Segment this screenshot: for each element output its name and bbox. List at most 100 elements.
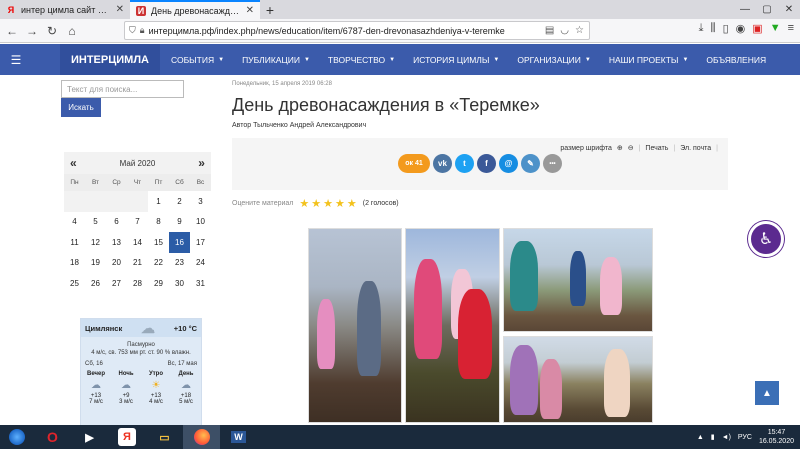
mail-share-button[interactable]: @	[499, 154, 518, 173]
calendar-day[interactable]: 10	[190, 211, 211, 232]
browser-tab-yandex[interactable]: Я интер цимла сайт — Яндекс: нашлос ✕	[0, 0, 130, 19]
menu-item-announcements[interactable]: ОБЪЯВЛЕНИЯ	[697, 44, 775, 75]
livejournal-share-button[interactable]: ✎	[521, 154, 540, 173]
search-button[interactable]: Искать	[61, 98, 101, 117]
home-icon[interactable]: ⌂	[64, 21, 80, 41]
calendar-day[interactable]: 13	[106, 232, 127, 253]
language-indicator[interactable]: РУС	[738, 434, 752, 441]
calendar-day[interactable]: 21	[127, 252, 148, 273]
calendar-day[interactable]: 5	[85, 211, 106, 232]
library-icon[interactable]: ⫼	[711, 22, 716, 35]
media-player-app-icon[interactable]: ▶	[71, 425, 108, 449]
site-logo[interactable]: ИНТЕРЦИМЛА	[60, 44, 160, 75]
extension-icon[interactable]: ▣	[752, 22, 762, 35]
more-share-button[interactable]: •••	[543, 154, 562, 173]
url-text[interactable]: интерцимла.рф/index.php/news/education/i…	[149, 26, 545, 36]
calendar-day[interactable]: 26	[85, 273, 106, 294]
star-icon[interactable]: ★	[311, 197, 321, 210]
facebook-share-button[interactable]: f	[477, 154, 496, 173]
menu-item-projects[interactable]: НАШИ ПРОЕКТЫ ▼	[600, 44, 698, 75]
accessibility-icon[interactable]: ♿︎	[748, 221, 784, 257]
file-explorer-app-icon[interactable]: ▭	[146, 425, 183, 449]
calendar-day[interactable]: 18	[64, 252, 85, 273]
calendar-day[interactable]: 1	[148, 191, 169, 212]
calendar-day[interactable]: 14	[127, 232, 148, 253]
calendar-day-today[interactable]: 16	[169, 232, 190, 253]
calendar-day[interactable]: 28	[127, 273, 148, 294]
reader-view-icon[interactable]: ▤	[545, 25, 554, 36]
calendar-day[interactable]: 23	[169, 252, 190, 273]
network-icon[interactable]: ▮	[711, 433, 715, 441]
bookmark-star-icon[interactable]: ☆	[575, 25, 584, 36]
calendar-day[interactable]: 24	[190, 252, 211, 273]
calendar-day[interactable]: 30	[169, 273, 190, 294]
shield-icon[interactable]: ⛉	[129, 25, 136, 36]
close-tab-icon[interactable]: ✕	[246, 5, 254, 16]
scroll-to-top-button[interactable]: ▲	[755, 381, 779, 405]
hamburger-menu-icon[interactable]: ☰	[0, 44, 32, 75]
twitter-share-button[interactable]: t	[455, 154, 474, 173]
calendar-day[interactable]: 20	[106, 252, 127, 273]
close-window-button[interactable]: ✕	[778, 0, 800, 19]
zoom-in-icon[interactable]: ⊕	[617, 144, 623, 152]
email-link[interactable]: Эл. почта	[680, 145, 711, 152]
download-icon[interactable]: ⤓	[699, 22, 704, 35]
article-photo[interactable]	[405, 228, 500, 423]
calendar-day[interactable]: 25	[64, 273, 85, 294]
article-photo[interactable]	[308, 228, 402, 423]
calendar-next-button[interactable]: »	[198, 156, 205, 170]
extension-icon-2[interactable]: ▼	[770, 22, 781, 35]
calendar-day[interactable]: 7	[127, 211, 148, 232]
calendar-day[interactable]: 17	[190, 232, 211, 253]
calendar-day[interactable]: 3	[190, 191, 211, 212]
star-icon[interactable]: ★	[347, 197, 357, 210]
back-button[interactable]: ←	[4, 21, 20, 41]
star-icon[interactable]: ★	[299, 197, 309, 210]
vk-share-button[interactable]: vk	[433, 154, 452, 173]
menu-item-creativity[interactable]: ТВОРЧЕСТВО ▼	[319, 44, 404, 75]
calendar-day[interactable]: 19	[85, 252, 106, 273]
menu-item-events[interactable]: СОБЫТИЯ ▼	[162, 44, 233, 75]
calendar-day[interactable]: 27	[106, 273, 127, 294]
article-photo[interactable]	[503, 228, 653, 332]
menu-item-publications[interactable]: ПУБЛИКАЦИИ ▼	[233, 44, 319, 75]
menu-icon[interactable]: ≡	[788, 22, 794, 35]
account-icon[interactable]: ◉	[736, 22, 746, 35]
browser-tab-article[interactable]: И День древонасаждения в «Теремке» ✕	[130, 0, 260, 19]
maximize-button[interactable]: ▢	[756, 0, 778, 19]
menu-item-history[interactable]: ИСТОРИЯ ЦИМЛЫ ▼	[404, 44, 508, 75]
address-bar[interactable]: ⛉ 🔒︎ интерцимла.рф/index.php/news/educat…	[124, 21, 590, 40]
clock[interactable]: 15:47 16.05.2020	[759, 428, 794, 446]
calendar-day[interactable]: 4	[64, 211, 85, 232]
calendar-day[interactable]: 2	[169, 191, 190, 212]
menu-item-organizations[interactable]: ОРГАНИЗАЦИИ ▼	[508, 44, 600, 75]
minimize-button[interactable]: —	[734, 0, 756, 19]
sidebar-icon[interactable]: ▯	[723, 22, 729, 35]
pocket-icon[interactable]: ◡	[560, 25, 569, 36]
yandex-browser-app-icon[interactable]: Я	[118, 428, 136, 446]
calendar-day[interactable]: 8	[148, 211, 169, 232]
new-tab-button[interactable]: +	[260, 0, 280, 19]
forward-button[interactable]: →	[24, 21, 40, 41]
star-icon[interactable]: ★	[323, 197, 333, 210]
close-tab-icon[interactable]: ✕	[116, 4, 124, 15]
star-icon[interactable]: ★	[335, 197, 345, 210]
calendar-day[interactable]: 9	[169, 211, 190, 232]
search-input[interactable]: Текст для поиска...	[61, 80, 184, 98]
calendar-day[interactable]: 22	[148, 252, 169, 273]
volume-icon[interactable]: ◄)	[722, 434, 731, 441]
reload-icon[interactable]: ↻	[44, 21, 60, 41]
calendar-day[interactable]: 12	[85, 232, 106, 253]
calendar-prev-button[interactable]: «	[70, 156, 77, 170]
calendar-day[interactable]: 6	[106, 211, 127, 232]
zoom-out-icon[interactable]: ⊖	[628, 144, 634, 152]
opera-app-icon[interactable]: O	[34, 425, 71, 449]
lock-icon[interactable]: 🔒︎	[140, 25, 145, 36]
weather-city[interactable]: Цимлянск	[85, 324, 122, 333]
firefox-app-icon[interactable]	[183, 425, 220, 449]
calendar-day[interactable]: 15	[148, 232, 169, 253]
calendar-day[interactable]: 31	[190, 273, 211, 294]
start-button[interactable]	[0, 425, 34, 449]
tray-arrow-icon[interactable]: ▲	[697, 434, 704, 441]
ok-share-button[interactable]: ок 41	[398, 154, 430, 173]
